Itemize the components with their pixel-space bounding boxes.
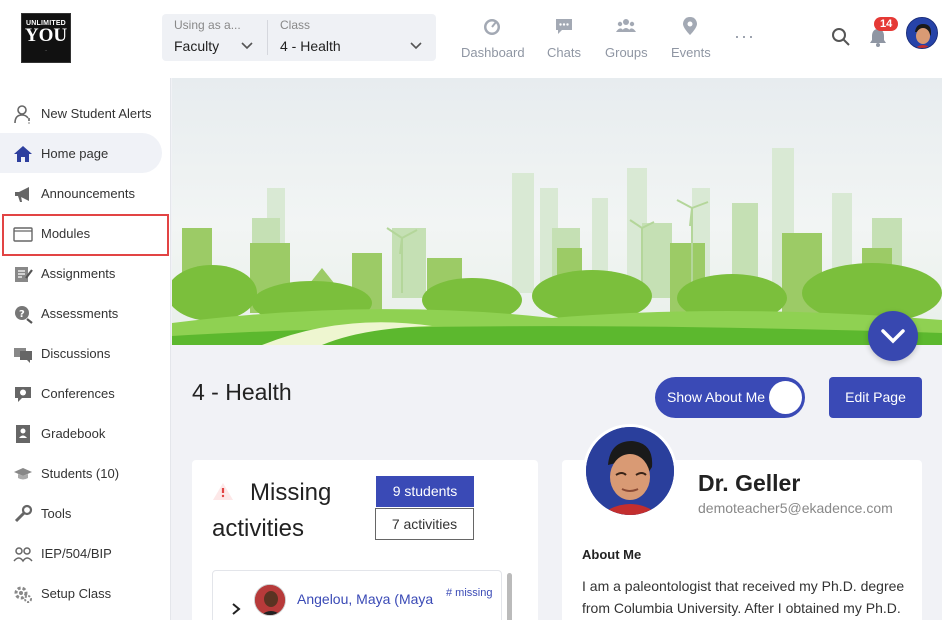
scroll-down-button[interactable] (868, 311, 918, 361)
sidebar-item-discussions[interactable]: Discussions (0, 333, 171, 373)
iep-icon (13, 547, 33, 563)
chevron-right-icon[interactable] (230, 603, 242, 615)
app-logo[interactable]: UNLIMITED YOU ... (21, 13, 71, 63)
about-me-text: I am a paleontologist that received my P… (582, 578, 905, 616)
student-photo-icon (255, 585, 285, 615)
about-me-heading: About Me (582, 547, 642, 562)
svg-text:?: ? (19, 309, 25, 320)
student-name-link[interactable]: Angelou, Maya (Maya (297, 591, 433, 607)
sidebar-item-modules[interactable]: Modules (0, 213, 171, 256)
conference-icon (15, 387, 31, 402)
avatar-illustration-icon (907, 18, 937, 48)
gauge-icon (484, 19, 500, 35)
sidebar-item-conferences[interactable]: Conferences (0, 373, 171, 413)
missing-count-label: # missing (446, 587, 493, 599)
top-bar: UNLIMITED YOU ... Using as a... Faculty … (0, 0, 942, 78)
megaphone-icon (15, 187, 29, 202)
activities-tab[interactable]: 7 activities (375, 508, 474, 540)
nav-dashboard[interactable]: Dashboard (461, 16, 525, 60)
sidebar-item-announcements[interactable]: Announcements (0, 173, 171, 213)
green-city-illustration-icon (172, 148, 942, 345)
toggle-knob (769, 381, 802, 414)
students-icon (14, 468, 32, 480)
sidebar-item-assignments[interactable]: Assignments (0, 253, 171, 293)
edit-page-button[interactable]: Edit Page (829, 377, 922, 418)
context-selector: Using as a... Faculty Class 4 - Health (162, 14, 436, 61)
sidebar-item-gradebook[interactable]: Gradebook (0, 413, 171, 453)
tools-icon (14, 504, 33, 523)
notification-badge: 14 (874, 17, 899, 31)
show-about-me-toggle[interactable]: Show About Me (655, 377, 805, 418)
nav-groups[interactable]: Groups (605, 16, 648, 60)
missing-activities-card: Missing activities 9 students 7 activiti… (192, 460, 538, 620)
nav-chats[interactable]: Chats (547, 16, 581, 60)
teacher-illustration-icon (586, 427, 674, 515)
person-alert-icon (14, 105, 30, 124)
sidebar: New Student Alerts Home page Announcemen… (0, 78, 171, 620)
chevron-down-icon (881, 329, 905, 344)
missing-activities-title: Missing activities (212, 479, 332, 542)
user-avatar[interactable] (906, 17, 938, 49)
list-scrollbar[interactable] (507, 573, 512, 620)
teacher-avatar (583, 424, 677, 518)
teacher-email: demoteacher5@ekadence.com (698, 500, 893, 516)
sidebar-item-new-student-alerts[interactable]: New Student Alerts (0, 93, 171, 133)
sidebar-item-home-page[interactable]: Home page (0, 133, 171, 173)
role-select[interactable]: Using as a... Faculty (162, 14, 267, 61)
discussion-icon (14, 348, 32, 363)
page-title: 4 - Health (192, 379, 292, 405)
search-icon[interactable] (831, 27, 851, 47)
teacher-name: Dr. Geller (698, 470, 801, 496)
nav-events[interactable]: Events (671, 16, 711, 60)
class-banner (172, 78, 942, 345)
chat-icon (556, 19, 572, 34)
students-tab[interactable]: 9 students (376, 476, 474, 507)
sidebar-item-iep[interactable]: IEP/504/BIP (0, 533, 171, 573)
sidebar-item-setup-class[interactable]: Setup Class (0, 573, 171, 613)
chevron-down-icon (410, 42, 422, 50)
settings-gear-icon (14, 586, 32, 603)
assessment-icon: ? (15, 306, 33, 324)
sidebar-item-assessments[interactable]: ? Assessments (0, 293, 171, 333)
student-avatar (254, 584, 286, 616)
more-menu[interactable]: ··· (734, 26, 755, 47)
assignment-icon (15, 267, 33, 282)
home-icon (14, 146, 32, 162)
groups-icon (616, 19, 636, 32)
location-pin-icon (683, 17, 697, 35)
sidebar-item-students[interactable]: Students (10) (0, 453, 171, 493)
sidebar-item-tools[interactable]: Tools (0, 493, 171, 533)
gradebook-icon (16, 425, 30, 443)
missing-student-list: Angelou, Maya (Maya # missing (212, 570, 502, 620)
chevron-down-icon (241, 42, 253, 50)
folder-icon (13, 227, 33, 242)
class-select[interactable]: Class 4 - Health (268, 14, 436, 61)
